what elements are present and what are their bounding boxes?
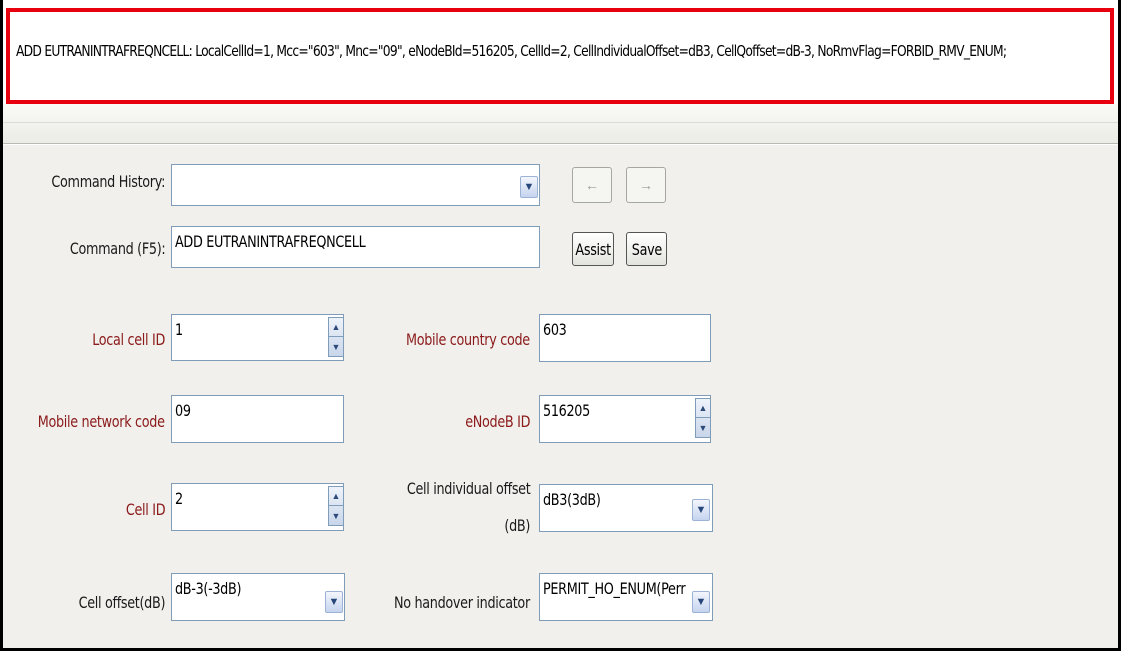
mcc-label: Mobile country code	[406, 330, 530, 349]
forward-button[interactable]: →	[626, 167, 666, 203]
toolbar-band	[3, 104, 1118, 144]
cell-individual-offset-unit-label: (dB)	[504, 516, 530, 535]
cell-id-label: Cell ID	[125, 500, 166, 519]
local-cell-id-field[interactable]: 1	[171, 314, 344, 361]
chevron-down-icon[interactable]: ▼	[520, 176, 538, 198]
chevron-down-icon[interactable]: ▼	[692, 591, 710, 613]
local-cell-id-spinner[interactable]: ▲ ▼	[328, 317, 344, 357]
divider	[3, 122, 1118, 123]
cell-id-spinner[interactable]: ▲ ▼	[328, 486, 344, 526]
cell-offset-label: Cell offset(dB)	[78, 593, 166, 612]
no-handover-indicator-label: No handover indicator	[394, 593, 530, 612]
back-button[interactable]: ←	[572, 167, 612, 203]
mnc-field[interactable]: 09	[171, 395, 344, 443]
right-arrow-icon: →	[639, 177, 653, 193]
up-arrow-icon[interactable]: ▲	[329, 487, 343, 506]
command-output-text: ADD EUTRANINTRAFREQNCELL: LocalCellId=1,…	[16, 42, 1007, 60]
up-arrow-icon[interactable]: ▲	[329, 318, 343, 337]
command-label: Command (F5):	[69, 239, 165, 258]
chevron-down-icon[interactable]: ▼	[692, 499, 710, 521]
assist-button[interactable]: Assist	[572, 232, 614, 266]
save-button[interactable]: Save	[626, 232, 667, 266]
mcc-field[interactable]: 603	[539, 314, 711, 362]
mnc-label: Mobile network code	[38, 412, 165, 431]
cell-offset-select[interactable]: dB-3(-3dB)	[171, 573, 345, 621]
command-history-label: Command History:	[51, 172, 165, 191]
cell-individual-offset-label: Cell individual offset	[406, 479, 530, 498]
up-arrow-icon[interactable]: ▲	[696, 399, 710, 418]
no-handover-indicator-select[interactable]: PERMIT_HO_ENUM(Perr	[539, 573, 713, 621]
left-arrow-icon: ←	[585, 177, 599, 193]
command-history-select[interactable]	[171, 164, 540, 206]
enodeb-id-label: eNodeB ID	[465, 412, 530, 431]
command-input[interactable]: ADD EUTRANINTRAFREQNCELL	[171, 226, 540, 268]
enodeb-id-field[interactable]: 516205	[539, 395, 711, 443]
down-arrow-icon[interactable]: ▼	[696, 418, 710, 437]
chevron-down-icon[interactable]: ▼	[325, 591, 343, 613]
cell-individual-offset-select[interactable]: dB3(3dB)	[539, 484, 713, 532]
down-arrow-icon[interactable]: ▼	[329, 337, 343, 356]
down-arrow-icon[interactable]: ▼	[329, 506, 343, 525]
local-cell-id-label: Local cell ID	[92, 330, 165, 349]
command-output-box: ADD EUTRANINTRAFREQNCELL: LocalCellId=1,…	[6, 8, 1114, 104]
cell-id-field[interactable]: 2	[171, 483, 344, 531]
enodeb-id-spinner[interactable]: ▲ ▼	[695, 398, 711, 438]
